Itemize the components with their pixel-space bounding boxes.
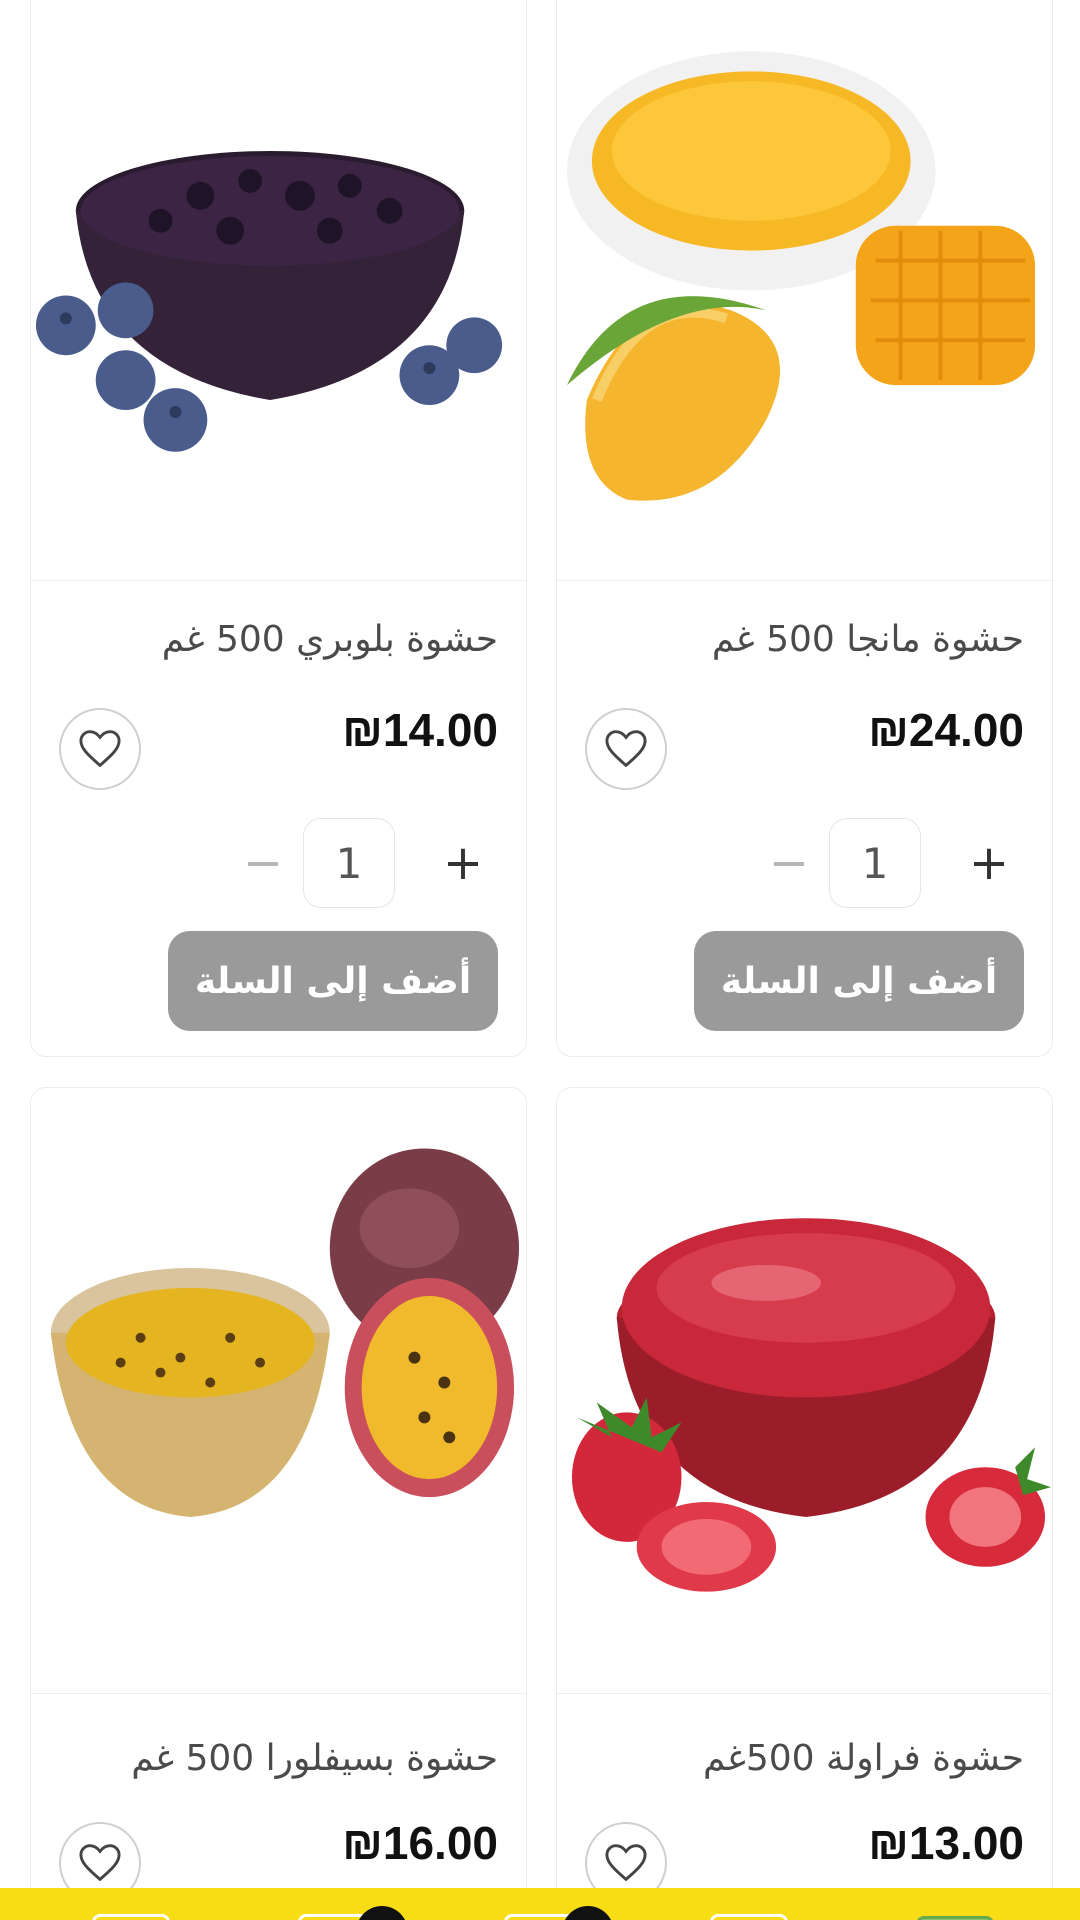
product-image[interactable]	[31, 0, 526, 581]
product-price: ₪24.00	[868, 704, 1024, 756]
add-to-cart-button[interactable]: أضف إلى السلة	[168, 931, 498, 1031]
quantity-input[interactable]: 1	[303, 818, 395, 908]
product-title[interactable]: حشوة فراولة 500غم	[585, 1738, 1024, 1779]
product-card[interactable]: حشوة فراولة 500غم ₪13.00	[556, 1087, 1053, 1920]
nav-item-home[interactable]	[92, 1914, 170, 1920]
mango-filling-image	[566, 51, 1036, 501]
product-grid-page: حشوة بلوبري 500 غم ₪14.00 + 1 − أضف إلى …	[0, 0, 1080, 1920]
strawberry-filling-image	[571, 1218, 1052, 1592]
nav-item-whatsapp[interactable]	[916, 1916, 994, 1920]
blueberry-filling-image	[35, 151, 503, 452]
product-image[interactable]	[557, 0, 1052, 581]
product-card[interactable]: حشوة بسيفلورا 500 غم ₪16.00	[30, 1087, 527, 1920]
heart-outline-icon	[79, 730, 121, 768]
product-price: ₪16.00	[342, 1817, 498, 1869]
product-image[interactable]	[557, 1088, 1052, 1694]
heart-outline-icon	[605, 1844, 647, 1882]
nav-item-account[interactable]	[710, 1914, 788, 1920]
favorite-button[interactable]	[585, 708, 667, 790]
heart-outline-icon	[79, 1844, 121, 1882]
product-price: ₪14.00	[342, 704, 498, 756]
increase-quantity-button[interactable]: +	[428, 818, 498, 908]
heart-outline-icon	[605, 730, 647, 768]
increase-quantity-button[interactable]: +	[954, 818, 1024, 908]
nav-badge-dot	[562, 1906, 614, 1920]
quantity-input[interactable]: 1	[829, 818, 921, 908]
product-title[interactable]: حشوة بسيفلورا 500 غم	[59, 1738, 498, 1779]
product-price: ₪13.00	[868, 1817, 1024, 1869]
decrease-quantity-button[interactable]: −	[228, 818, 298, 908]
product-title[interactable]: حشوة مانجا 500 غم	[585, 619, 1024, 660]
bottom-navigation-bar	[0, 1888, 1080, 1920]
nav-badge-dot	[356, 1906, 408, 1920]
passionfruit-filling-image	[50, 1148, 520, 1517]
add-to-cart-button[interactable]: أضف إلى السلة	[694, 931, 1024, 1031]
product-title[interactable]: حشوة بلوبري 500 غم	[59, 619, 498, 660]
product-image[interactable]	[31, 1088, 526, 1694]
product-card[interactable]: حشوة مانجا 500 غم ₪24.00 + 1 − أضف إلى ا…	[556, 0, 1053, 1057]
quantity-stepper: + 1 −	[754, 818, 1024, 908]
product-card[interactable]: حشوة بلوبري 500 غم ₪14.00 + 1 − أضف إلى …	[30, 0, 527, 1057]
favorite-button[interactable]	[59, 708, 141, 790]
quantity-stepper: + 1 −	[228, 818, 498, 908]
decrease-quantity-button[interactable]: −	[754, 818, 824, 908]
